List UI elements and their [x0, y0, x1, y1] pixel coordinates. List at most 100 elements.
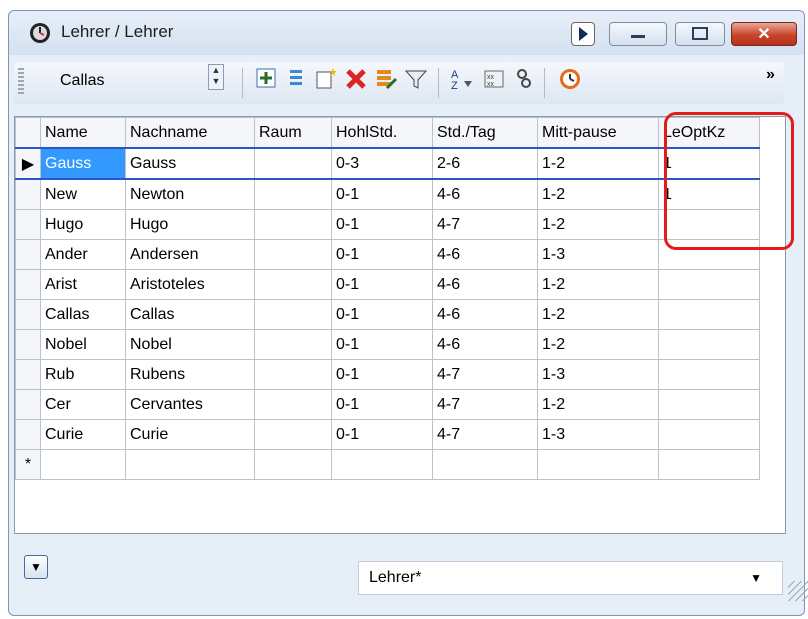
table-row[interactable]: New Newton 0-1 4-6 1-2 1 [15, 178, 760, 210]
record-spinner[interactable]: ▲ ▼ [208, 64, 224, 90]
cell-raum[interactable] [254, 389, 332, 420]
cell-mitt-pause[interactable]: 1-2 [537, 389, 659, 420]
table-row[interactable]: Hugo Hugo 0-1 4-7 1-2 [15, 209, 760, 240]
view-select[interactable]: Lehrer* ▼ [358, 561, 783, 595]
cell-raum[interactable] [254, 329, 332, 360]
minimize-button[interactable] [609, 22, 667, 46]
cell-nachname[interactable]: Newton [125, 178, 255, 210]
toolbar-grip[interactable] [18, 68, 24, 96]
cell-hohlstd[interactable]: 0-1 [331, 269, 433, 300]
row-header[interactable] [15, 209, 41, 240]
cell-std-tag[interactable]: 4-7 [432, 389, 538, 420]
delete-icon[interactable] [342, 67, 370, 97]
cell-raum[interactable] [254, 449, 332, 480]
cell-name[interactable]: Callas [40, 299, 126, 330]
cell-name[interactable]: Nobel [40, 329, 126, 360]
cell-std-tag[interactable]: 4-7 [432, 209, 538, 240]
cell-name[interactable]: Arist [40, 269, 126, 300]
row-header[interactable] [15, 269, 41, 300]
new-record-icon[interactable] [312, 67, 340, 97]
cell-name[interactable]: Rub [40, 359, 126, 390]
cell-nachname[interactable]: Andersen [125, 239, 255, 270]
close-button[interactable]: ✕ [731, 22, 797, 46]
cell-name[interactable] [40, 449, 126, 480]
table-row[interactable]: Arist Aristoteles 0-1 4-6 1-2 [15, 269, 760, 300]
cell-leoptkz[interactable] [658, 359, 760, 390]
cell-raum[interactable] [254, 178, 332, 210]
cell-nachname[interactable]: Gauss [125, 147, 255, 180]
cell-mitt-pause[interactable]: 1-3 [537, 419, 659, 450]
toolbar-overflow-button[interactable]: » [766, 66, 775, 84]
table-row[interactable]: Nobel Nobel 0-1 4-6 1-2 [15, 329, 760, 360]
list-icon[interactable] [282, 67, 310, 97]
cell-mitt-pause[interactable]: 1-2 [537, 209, 659, 240]
new-row-asterisk-icon[interactable]: * [15, 449, 41, 480]
cell-name[interactable]: Cer [40, 389, 126, 420]
cell-nachname[interactable]: Nobel [125, 329, 255, 360]
cell-leoptkz[interactable] [658, 299, 760, 330]
resize-grip[interactable] [788, 581, 808, 601]
navigate-arrow-button[interactable] [571, 22, 595, 46]
row-header[interactable] [15, 419, 41, 450]
cell-leoptkz[interactable] [658, 449, 760, 480]
cell-leoptkz[interactable] [658, 329, 760, 360]
cell-hohlstd[interactable]: 0-1 [331, 329, 433, 360]
cell-hohlstd[interactable]: 0-1 [331, 178, 433, 210]
table-row[interactable]: Curie Curie 0-1 4-7 1-3 [15, 419, 760, 450]
cell-leoptkz[interactable] [658, 389, 760, 420]
cell-leoptkz[interactable] [658, 419, 760, 450]
cell-name[interactable]: Ander [40, 239, 126, 270]
cell-name[interactable]: Curie [40, 419, 126, 450]
cell-mitt-pause[interactable]: 1-2 [537, 329, 659, 360]
cell-raum[interactable] [254, 147, 332, 180]
cell-hohlstd[interactable]: 0-1 [331, 209, 433, 240]
cell-mitt-pause[interactable] [537, 449, 659, 480]
column-header-std-tag[interactable]: Std./Tag [432, 117, 538, 149]
cell-std-tag[interactable]: 4-7 [432, 359, 538, 390]
table-row[interactable]: Rub Rubens 0-1 4-7 1-3 [15, 359, 760, 390]
cell-raum[interactable] [254, 299, 332, 330]
cell-std-tag[interactable] [432, 449, 538, 480]
field-layout-icon[interactable]: xx xx [480, 67, 508, 97]
cell-std-tag[interactable]: 4-6 [432, 178, 538, 210]
table-row[interactable]: ▶ Gauss Gauss 0-3 2-6 1-2 1 [15, 147, 760, 180]
cell-mitt-pause[interactable]: 1-2 [537, 299, 659, 330]
table-row[interactable]: Callas Callas 0-1 4-6 1-2 [15, 299, 760, 330]
cell-nachname[interactable]: Callas [125, 299, 255, 330]
cell-nachname[interactable]: Aristoteles [125, 269, 255, 300]
column-header-name[interactable]: Name [40, 117, 126, 149]
cell-mitt-pause[interactable]: 1-3 [537, 239, 659, 270]
cell-nachname[interactable]: Cervantes [125, 389, 255, 420]
cell-std-tag[interactable]: 4-7 [432, 419, 538, 450]
cell-raum[interactable] [254, 269, 332, 300]
row-header[interactable] [15, 299, 41, 330]
cell-std-tag[interactable]: 4-6 [432, 329, 538, 360]
cell-std-tag[interactable]: 4-6 [432, 299, 538, 330]
cell-raum[interactable] [254, 209, 332, 240]
chevron-down-icon[interactable]: ▼ [750, 571, 762, 585]
cell-mitt-pause[interactable]: 1-2 [537, 269, 659, 300]
teacher-select[interactable]: Callas ▼ [40, 70, 230, 96]
cell-name[interactable]: Hugo [40, 209, 126, 240]
table-row[interactable]: Cer Cervantes 0-1 4-7 1-2 [15, 389, 760, 420]
row-header[interactable] [15, 329, 41, 360]
cell-hohlstd[interactable]: 0-1 [331, 419, 433, 450]
row-header[interactable] [15, 359, 41, 390]
cell-hohlstd[interactable]: 0-1 [331, 359, 433, 390]
cell-std-tag[interactable]: 4-6 [432, 239, 538, 270]
cell-nachname[interactable]: Curie [125, 419, 255, 450]
row-header[interactable] [15, 389, 41, 420]
column-header-mitt-pause[interactable]: Mitt-pause [537, 117, 659, 149]
filter-icon[interactable] [402, 67, 430, 97]
table-row[interactable]: Ander Andersen 0-1 4-6 1-3 [15, 239, 760, 270]
cell-hohlstd[interactable] [331, 449, 433, 480]
teacher-link-icon[interactable] [510, 67, 538, 97]
sort-icon[interactable]: AZ [448, 67, 476, 97]
current-row-indicator-icon[interactable]: ▶ [15, 147, 41, 180]
cell-leoptkz[interactable] [658, 269, 760, 300]
cell-raum[interactable] [254, 239, 332, 270]
row-header[interactable] [15, 239, 41, 270]
maximize-button[interactable] [675, 22, 725, 46]
new-record-row[interactable]: * [15, 449, 760, 480]
clock-icon[interactable] [556, 67, 584, 97]
